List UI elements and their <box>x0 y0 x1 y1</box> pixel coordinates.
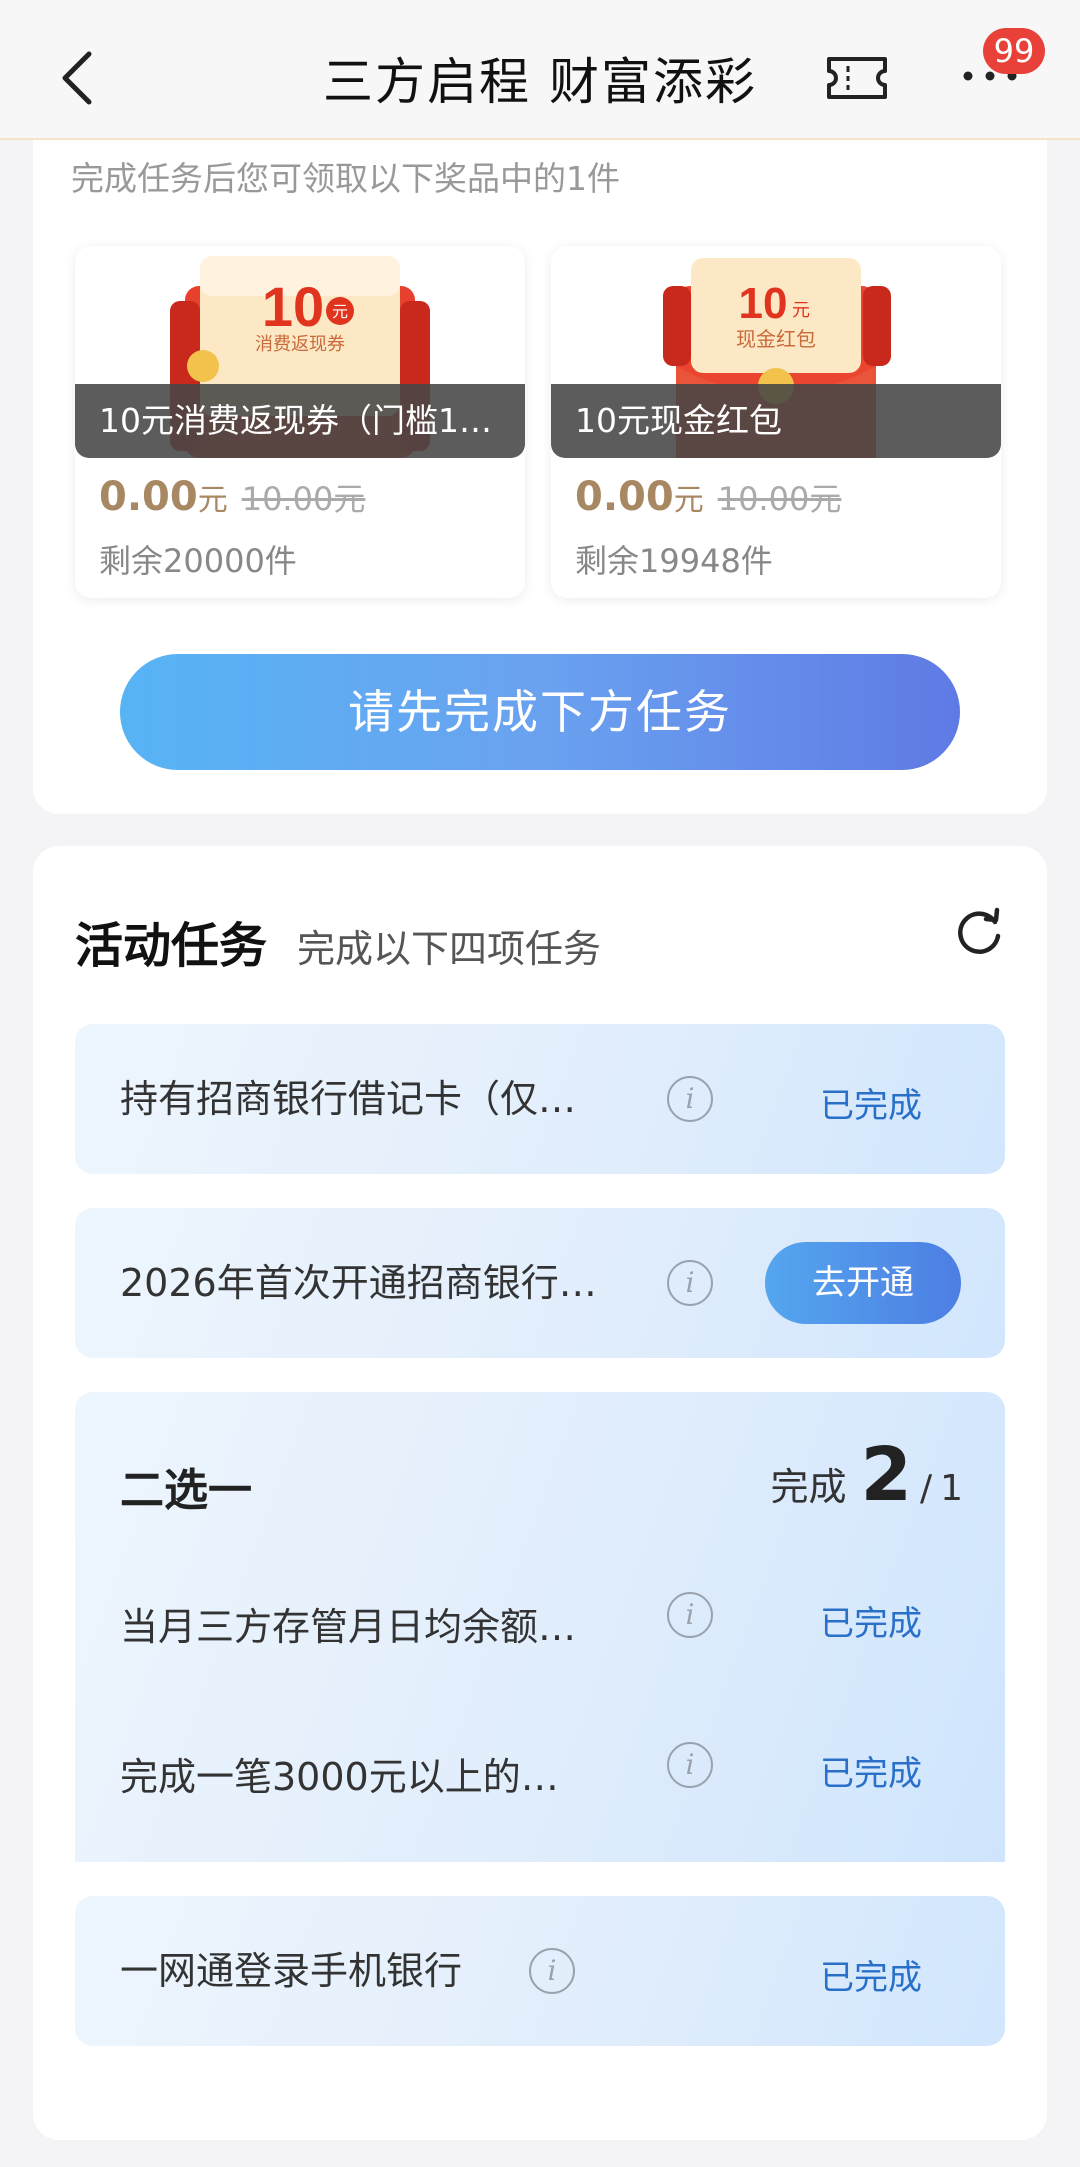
price-unit: 元 <box>673 483 704 518</box>
choose-one-task-group: 二选一 完成 2/1 当月三方存管月日均余额… i 已完成 完成一笔3000元以上… <box>75 1392 1005 1862</box>
task-row-open-account[interactable]: 2026年首次开通招商银行… i 去开通 <box>75 1208 1005 1358</box>
subtask-status: 已完成 <box>820 1604 922 1644</box>
progress-label: 完成 <box>770 1465 847 1509</box>
rewards-subtitle: 完成任务后您可领取以下奖品中的1件 <box>71 159 620 198</box>
task-text: 一网通登录手机银行 <box>120 1949 463 1993</box>
info-icon[interactable]: i <box>667 1592 713 1638</box>
task-status: 已完成 <box>820 1086 922 1126</box>
progress-done: 2 <box>860 1432 912 1518</box>
svg-text:元: 元 <box>792 300 810 321</box>
info-icon[interactable]: i <box>667 1260 713 1306</box>
info-icon[interactable]: i <box>667 1076 713 1122</box>
prize-name: 10元现金红包 <box>551 384 1001 458</box>
info-icon[interactable]: i <box>667 1742 713 1788</box>
svg-text:现金红包: 现金红包 <box>736 327 816 351</box>
svg-text:消费返现券: 消费返现券 <box>255 334 345 355</box>
page-title: 三方启程 财富添彩 <box>323 53 757 111</box>
task-row-debit-card[interactable]: 持有招商银行借记卡（仅… i 已完成 <box>75 1024 1005 1174</box>
prize-card-cashback-coupon[interactable]: 10 元 消费返现券 10元消费返现券（门槛10… 0.00元 10.00元 剩余… <box>75 246 525 598</box>
task-text: 2026年首次开通招商银行… <box>120 1261 597 1305</box>
progress-separator: / <box>919 1468 933 1509</box>
subtask-text: 当月三方存管月日均余额… <box>120 1605 577 1649</box>
current-price: 0.00 <box>99 474 198 520</box>
tasks-subtitle: 完成以下四项任务 <box>297 927 602 971</box>
current-price: 0.00 <box>575 474 674 520</box>
price-row: 0.00元 10.00元 <box>99 474 365 520</box>
prize-name: 10元消费返现券（门槛10… <box>75 384 525 458</box>
remaining-stock: 剩余19948件 <box>575 542 773 580</box>
top-nav-bar: 三方启程 财富添彩 99 <box>0 0 1080 140</box>
original-price: 10.00元 <box>241 480 366 518</box>
prize-card-cash-red-envelope[interactable]: 10 元 现金红包 10元现金红包 0.00元 10.00元 剩余19948件 <box>551 246 1001 598</box>
svg-text:元: 元 <box>332 302 348 321</box>
original-price: 10.00元 <box>717 480 842 518</box>
rewards-card: 完成任务后您可领取以下奖品中的1件 10 元 消费返现券 10元消费返现券（门槛… <box>33 140 1047 814</box>
notification-badge: 99 <box>983 28 1045 74</box>
tasks-title: 活动任务 <box>75 918 268 974</box>
progress-total: 1 <box>940 1468 963 1509</box>
price-unit: 元 <box>197 483 228 518</box>
task-row-mobile-banking-login[interactable]: 一网通登录手机银行 i 已完成 <box>75 1896 1005 2046</box>
subtask-text: 完成一笔3000元以上的… <box>120 1755 559 1799</box>
svg-text:10: 10 <box>739 279 788 328</box>
ticket-icon[interactable] <box>826 56 888 100</box>
activity-tasks-card: 活动任务 完成以下四项任务 持有招商银行借记卡（仅… i 已完成 2026年首次… <box>33 846 1047 2140</box>
group-progress: 完成 2/1 <box>770 1432 963 1518</box>
group-title: 二选一 <box>120 1465 252 1516</box>
remaining-stock: 剩余20000件 <box>99 542 297 580</box>
svg-text:10: 10 <box>262 275 324 338</box>
complete-tasks-first-button[interactable]: 请先完成下方任务 <box>120 654 960 770</box>
info-icon[interactable]: i <box>529 1948 575 1994</box>
go-open-button[interactable]: 去开通 <box>765 1242 961 1324</box>
price-row: 0.00元 10.00元 <box>575 474 841 520</box>
refresh-icon[interactable] <box>953 906 1005 958</box>
task-text: 持有招商银行借记卡（仅… <box>120 1077 577 1121</box>
subtask-status: 已完成 <box>820 1754 922 1794</box>
task-status: 已完成 <box>820 1958 922 1998</box>
